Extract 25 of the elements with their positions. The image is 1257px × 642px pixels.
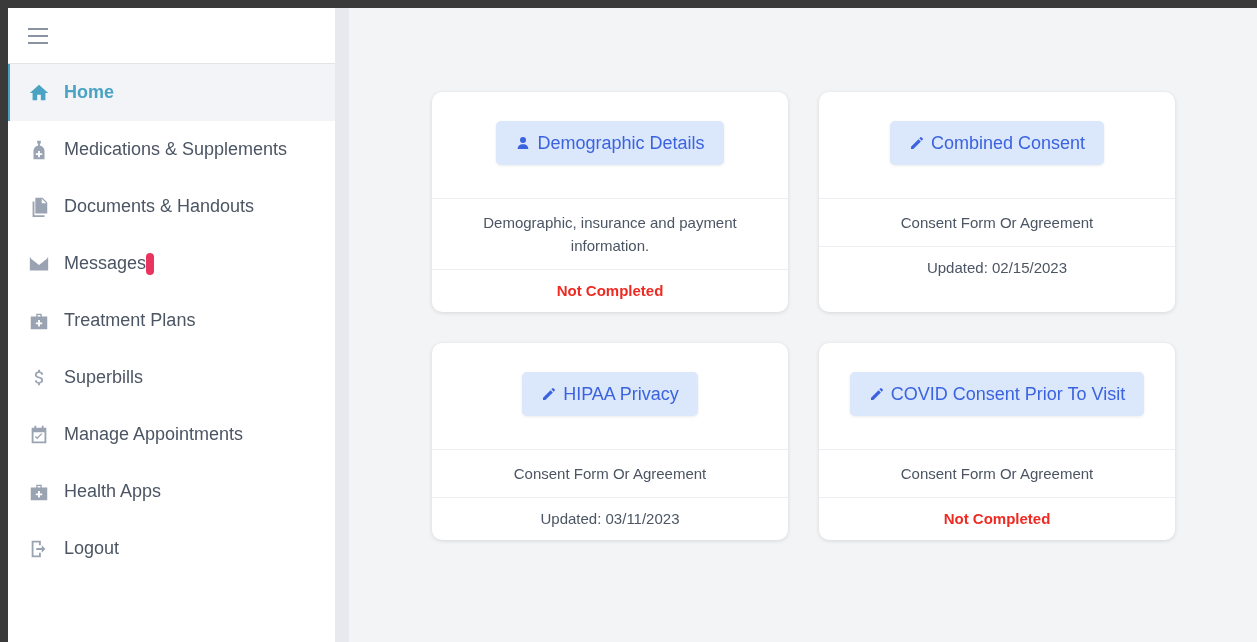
pencil-icon — [541, 386, 558, 402]
menu-icon[interactable] — [28, 27, 48, 44]
nav-label: Manage Appointments — [64, 424, 244, 445]
form-status: Not Completed — [555, 281, 665, 301]
form-description: Consent Form Or Agreement — [819, 199, 1175, 247]
pencil-icon — [868, 386, 885, 402]
pencil-icon — [908, 135, 925, 151]
nav-label: Health Apps — [64, 481, 162, 502]
form-description: Demographic, insurance and payment information. — [432, 199, 788, 270]
form-button[interactable]: HIPAA Privacy — [522, 372, 698, 416]
nav-label: Messages — [64, 253, 147, 274]
form-description: Consent Form Or Agreement — [432, 450, 788, 498]
form-status: Updated: 03/11/2023 — [539, 509, 681, 529]
nav-label: Home — [64, 82, 114, 103]
form-status: Not Completed — [942, 509, 1052, 529]
nav-label: Superbills — [64, 367, 144, 388]
nav-label: Medications & Supplements — [64, 139, 288, 160]
form-description: Consent Form Or Agreement — [819, 450, 1175, 498]
nav-label: Documents & Handouts — [64, 196, 255, 217]
form-button[interactable]: Demographic Details — [496, 121, 724, 165]
nav-label: Logout — [64, 538, 120, 559]
nav-label: Treatment Plans — [64, 310, 196, 331]
form-status: Updated: 02/15/2023 — [925, 258, 1069, 278]
form-button[interactable]: Combined Consent — [889, 121, 1105, 165]
form-button[interactable]: COVID Consent Prior To Visit — [849, 372, 1145, 416]
